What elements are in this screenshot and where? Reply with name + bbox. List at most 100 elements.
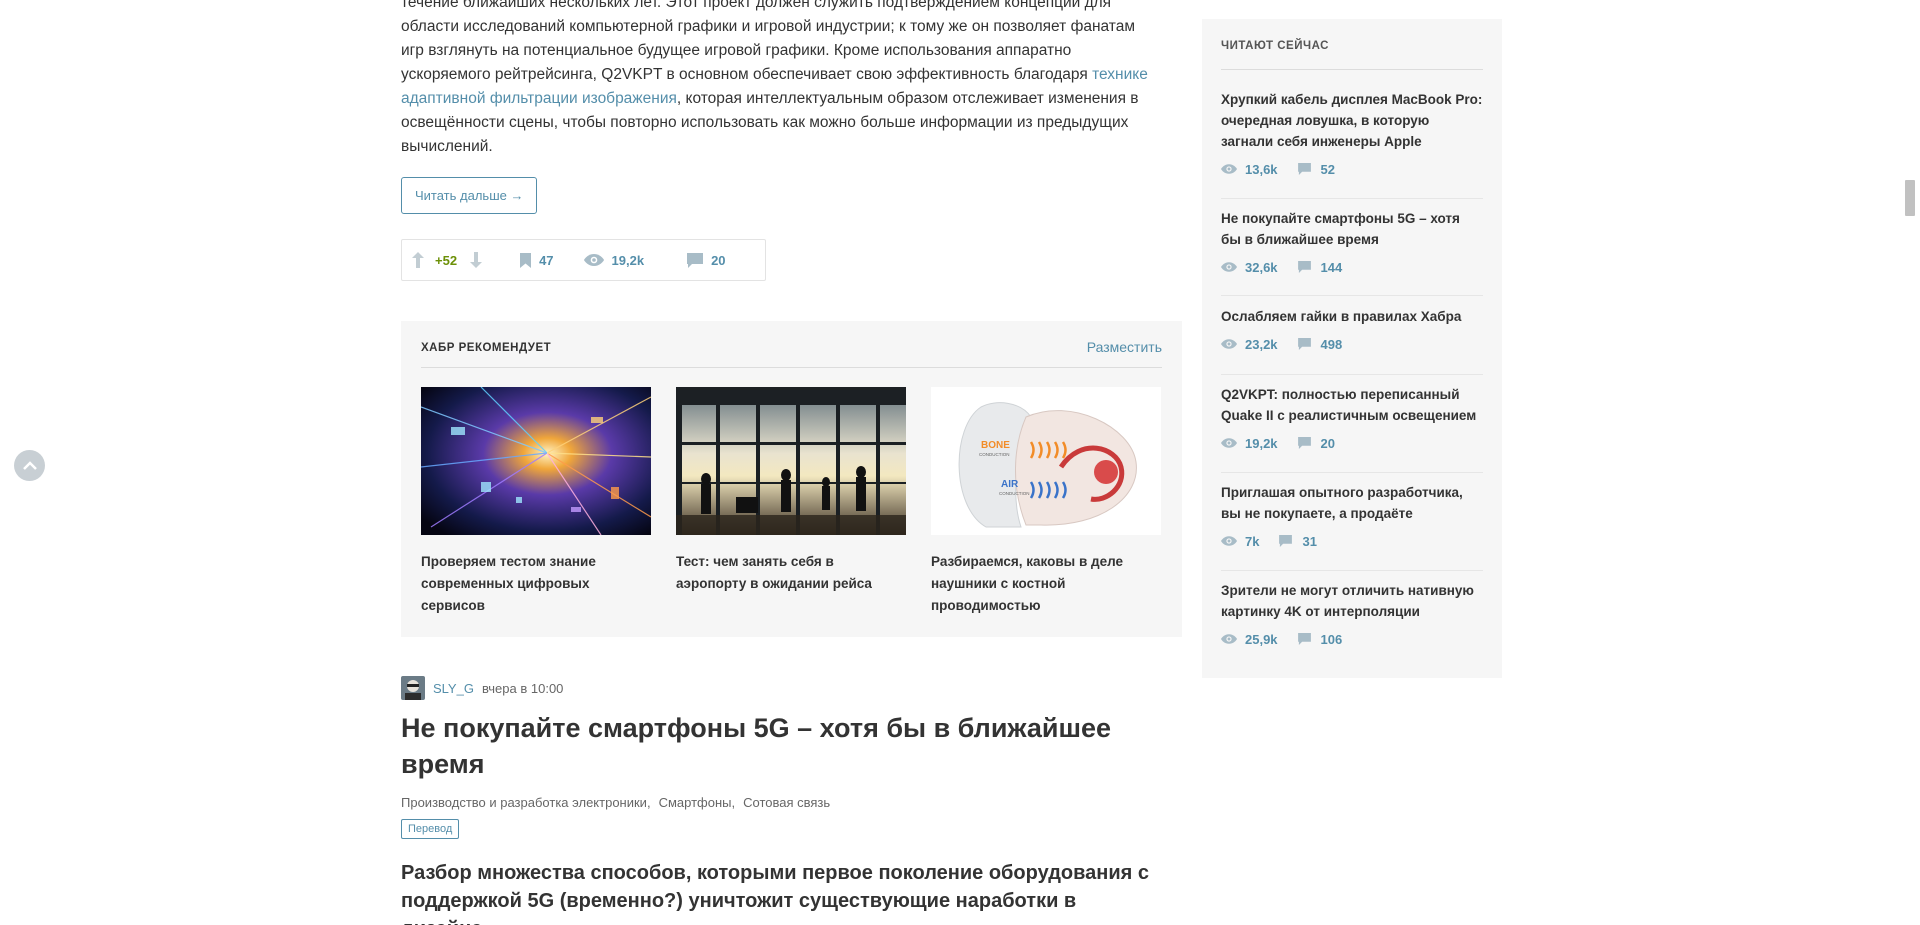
comment-icon xyxy=(1297,338,1311,350)
place-ad-link[interactable]: Разместить xyxy=(1087,338,1162,356)
recommend-card[interactable]: BONE CONDUCTION AIR CONDUCTION Разбираем… xyxy=(931,387,1161,617)
recommend-card[interactable]: Тест: чем занять себя в аэропорту в ожид… xyxy=(676,387,906,595)
post-stats-bar: +52 47 19,2k 20 xyxy=(401,239,766,281)
views-count: 19,2k xyxy=(1245,435,1278,451)
recommend-card[interactable]: Проверяем тестом знание современных цифр… xyxy=(421,387,651,617)
comments-count: 52 xyxy=(1320,161,1336,177)
sidebar-post[interactable]: Ослабляем гайки в правилах Хабра 23,2k 4… xyxy=(1221,306,1483,352)
eye-icon xyxy=(1221,339,1237,349)
eye-icon xyxy=(1221,164,1237,174)
sidebar-post-meta: 32,6k 144 xyxy=(1221,259,1483,275)
recommend-caption[interactable]: Тест: чем занять себя в аэропорту в ожид… xyxy=(676,551,906,595)
scroll-to-top-button[interactable] xyxy=(14,450,45,481)
sidebar-post[interactable]: Приглашая опытного разработчика, вы не п… xyxy=(1221,482,1483,549)
comments-count: 498 xyxy=(1320,336,1343,352)
comments-count: 20 xyxy=(711,252,726,268)
avatar[interactable] xyxy=(401,676,425,700)
sidebar-post-title[interactable]: Хрупкий кабель дисплея MacBook Pro: очер… xyxy=(1221,89,1483,152)
sidebar-post-title[interactable]: Приглашая опытного разработчика, вы не п… xyxy=(1221,482,1483,524)
post-preview: SLY_G вчера в 10:00 Не покупайте смартфо… xyxy=(401,676,1182,925)
hub-link[interactable]: Сотовая связь xyxy=(743,795,830,810)
divider xyxy=(1221,472,1483,473)
hub-link[interactable]: Смартфоны xyxy=(659,795,732,810)
habr-recommends: ХАБР РЕКОМЕНДУЕТ Разместить Проверяем те… xyxy=(401,321,1182,637)
views-count: 13,6k xyxy=(1245,161,1278,177)
article-line: ускоряемого рейтрейсинга, Q2VKPT в основ… xyxy=(401,66,1093,83)
post-lead: Разбор множества способов, которыми перв… xyxy=(401,862,1149,925)
author-link[interactable]: SLY_G xyxy=(433,681,474,696)
arrow-up-icon[interactable] xyxy=(412,252,424,268)
comment-icon xyxy=(1297,163,1311,175)
comments-count: 144 xyxy=(1320,259,1343,275)
sidebar-post[interactable]: Зрители не могут отличить нативную карти… xyxy=(1221,580,1483,647)
sidebar-post-title[interactable]: Ослабляем гайки в правилах Хабра xyxy=(1221,306,1483,327)
chevron-up-icon xyxy=(22,460,37,471)
comment-icon xyxy=(1297,633,1311,645)
sidebar-post[interactable]: Не покупайте смартфоны 5G – хотя бы в бл… xyxy=(1221,208,1483,275)
comment-icon xyxy=(1297,261,1311,273)
vote-score: +52 xyxy=(435,252,458,268)
article-line: течение ближайших нескольких лет. Этот п… xyxy=(401,0,1112,11)
reading-now-sidebar: ЧИТАЮТ СЕЙЧАС Хрупкий кабель дисплея Mac… xyxy=(1202,19,1502,678)
hub-list: Производство и разработка электроники, С… xyxy=(401,795,831,810)
arrow-down-icon[interactable] xyxy=(470,252,483,268)
read-more-button[interactable]: Читать дальше → xyxy=(401,177,538,214)
sidebar-post-title[interactable]: Не покупайте смартфоны 5G – хотя бы в бл… xyxy=(1221,208,1483,250)
recommends-header: ХАБР РЕКОМЕНДУЕТ Разместить xyxy=(421,338,1162,368)
article-body: течение ближайших нескольких лет. Этот п… xyxy=(401,0,1181,159)
comment-icon xyxy=(1297,437,1311,449)
hub-link[interactable]: Производство и разработка электроники xyxy=(401,795,647,810)
air-sublabel: CONDUCTION xyxy=(999,491,1030,496)
recommend-caption[interactable]: Разбираемся, каковы в деле наушники с ко… xyxy=(931,551,1161,617)
sidebar-post-title[interactable]: Q2VKPT: полностью переписанный Quake II … xyxy=(1221,384,1483,426)
post-meta: SLY_G вчера в 10:00 xyxy=(401,676,1182,700)
comment-icon xyxy=(1279,535,1293,547)
recommends-title: ХАБР РЕКОМЕНДУЕТ xyxy=(421,342,552,354)
post-title[interactable]: Не покупайте смартфоны 5G – хотя бы в бл… xyxy=(401,710,1161,782)
post-time: вчера в 10:00 xyxy=(481,680,564,696)
eye-icon xyxy=(1221,634,1237,644)
recommend-caption[interactable]: Проверяем тестом знание современных цифр… xyxy=(421,551,651,617)
divider xyxy=(1221,295,1483,296)
sidebar-post-meta: 19,2k 20 xyxy=(1221,435,1483,451)
comments-count: 31 xyxy=(1302,533,1317,549)
eye-icon xyxy=(583,254,604,266)
sidebar-post[interactable]: Q2VKPT: полностью переписанный Quake II … xyxy=(1221,384,1483,451)
sidebar-title: ЧИТАЮТ СЕЙЧАС xyxy=(1221,37,1483,70)
sidebar-post[interactable]: Хрупкий кабель дисплея MacBook Pro: очер… xyxy=(1221,89,1483,177)
recommend-image-airport[interactable] xyxy=(676,387,906,535)
sidebar-post-meta: 7k 31 xyxy=(1221,533,1483,549)
divider xyxy=(1221,570,1483,571)
views-count: 32,6k xyxy=(1245,259,1278,275)
bookmark-counter[interactable]: 47 xyxy=(520,252,554,268)
views-count: 23,2k xyxy=(1245,336,1278,352)
article-line: , которая интеллектуальным образом отсле… xyxy=(676,90,1139,107)
article-line: области исследований компьютерной график… xyxy=(401,18,1135,35)
divider xyxy=(1221,374,1483,375)
recommend-image-headphones[interactable]: BONE CONDUCTION AIR CONDUCTION xyxy=(931,387,1161,535)
article-line: освещённости сцены, чтобы повторно испол… xyxy=(401,114,1129,131)
sidebar-post-meta: 13,6k 52 xyxy=(1221,161,1483,177)
recommend-image-digital[interactable] xyxy=(421,387,651,535)
bookmark-icon xyxy=(520,252,532,268)
views-count: 7k xyxy=(1245,533,1260,549)
translation-badge[interactable]: Перевод xyxy=(401,819,460,839)
article-line: вычислений. xyxy=(401,138,493,155)
views-count: 25,9k xyxy=(1245,631,1278,647)
sidebar-post-meta: 23,2k 498 xyxy=(1221,336,1483,352)
main-column: течение ближайших нескольких лет. Этот п… xyxy=(401,0,1182,925)
eye-icon xyxy=(1221,262,1237,272)
sidebar-post-meta: 25,9k 106 xyxy=(1221,631,1483,647)
comments-counter[interactable]: 20 xyxy=(687,252,726,268)
divider xyxy=(1221,198,1483,199)
article-line: игр взглянуть на потенциальное будущее и… xyxy=(401,42,1072,59)
bookmark-count: 47 xyxy=(539,252,554,268)
comment-icon xyxy=(687,252,704,268)
air-label: AIR xyxy=(1001,479,1019,490)
bone-label: BONE xyxy=(981,440,1010,451)
eye-icon xyxy=(1221,438,1237,448)
scrollbar[interactable] xyxy=(1905,180,1915,216)
comments-count: 20 xyxy=(1320,435,1336,451)
sidebar-post-title[interactable]: Зрители не могут отличить нативную карти… xyxy=(1221,580,1483,622)
bone-sublabel: CONDUCTION xyxy=(979,452,1010,457)
